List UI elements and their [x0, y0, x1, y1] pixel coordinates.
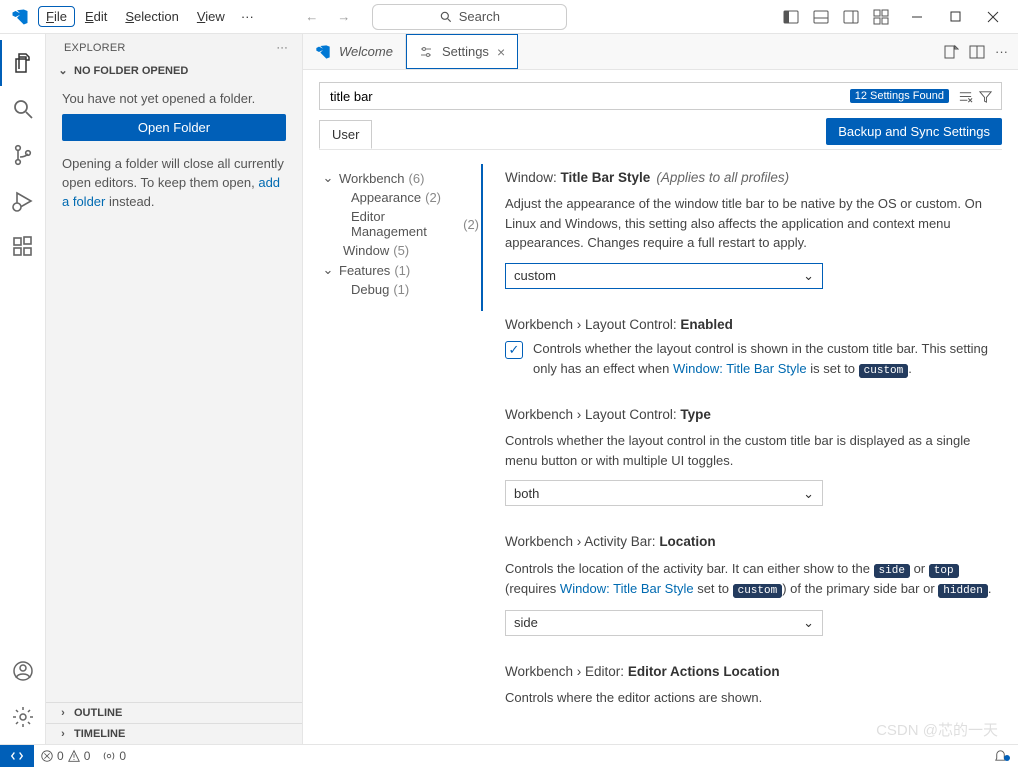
activity-debug-icon[interactable]	[0, 178, 46, 224]
explorer-sidebar: EXPLORER ··· ⌄NO FOLDER OPENED You have …	[46, 34, 303, 744]
minimize-icon[interactable]	[898, 1, 936, 33]
toc-features[interactable]: ⌄Features (1)	[321, 260, 479, 280]
close-icon[interactable]	[974, 1, 1012, 33]
chevron-down-icon: ⌄	[803, 613, 814, 633]
status-problems[interactable]: 0 0	[34, 749, 96, 763]
no-folder-header[interactable]: ⌄NO FOLDER OPENED	[46, 60, 302, 81]
maximize-icon[interactable]	[936, 1, 974, 33]
menu-bar: FFileile EditEdit SelectionSelection Vie…	[38, 6, 260, 27]
nav-fwd-icon[interactable]: →	[332, 5, 356, 29]
tab-settings[interactable]: Settings ×	[406, 34, 518, 69]
title-bar: FFileile EditEdit SelectionSelection Vie…	[0, 0, 1018, 34]
toc-debug[interactable]: Debug (1)	[321, 280, 479, 299]
activity-extensions-icon[interactable]	[0, 224, 46, 270]
layout-secondary-icon[interactable]	[838, 4, 864, 30]
activity-bar	[0, 34, 46, 744]
settings-search-input[interactable]	[326, 85, 850, 108]
sidebar-more-icon[interactable]: ···	[276, 42, 288, 54]
toc-editor-mgmt[interactable]: Editor Management (2)	[321, 207, 479, 241]
layout-primary-icon[interactable]	[778, 4, 804, 30]
no-folder-text: You have not yet opened a folder.	[62, 91, 286, 106]
setting-layout-control-type: Workbench › Layout Control: Type Control…	[479, 401, 1002, 528]
activity-settings-icon[interactable]	[0, 694, 46, 740]
tab-welcome[interactable]: Welcome	[303, 34, 406, 69]
backup-sync-button[interactable]: Backup and Sync Settings	[826, 118, 1002, 145]
menu-more-icon[interactable]: ···	[235, 6, 260, 27]
setting-editor-actions-location: Workbench › Editor: Editor Actions Locat…	[479, 658, 1002, 730]
results-count-badge: 12 Settings Found	[850, 89, 949, 103]
menu-view[interactable]: ViewView	[189, 6, 233, 27]
layout-panel-icon[interactable]	[808, 4, 834, 30]
chevron-down-icon: ⌄	[803, 266, 814, 286]
layout-control-checkbox[interactable]: ✓	[505, 341, 523, 359]
search-placeholder: Search	[459, 9, 500, 24]
setting-title-bar-style: Window: Title Bar Style(Applies to all p…	[481, 164, 1002, 311]
open-folder-desc: Opening a folder will close all currentl…	[62, 155, 286, 212]
toc-window[interactable]: Window (5)	[321, 241, 479, 260]
status-ports[interactable]: 0	[96, 749, 132, 763]
clear-search-icon[interactable]	[955, 89, 975, 104]
link-title-bar-style[interactable]: Window: Title Bar Style	[673, 361, 807, 376]
vscode-logo-icon	[10, 7, 30, 27]
settings-tab-icon	[418, 44, 434, 60]
vscode-logo-icon	[315, 44, 331, 60]
command-search[interactable]: Search	[372, 4, 567, 30]
settings-search-box[interactable]: 12 Settings Found	[319, 82, 1002, 110]
settings-toc: ⌄Workbench (6) Appearance (2) Editor Man…	[303, 154, 479, 744]
filter-icon[interactable]	[975, 89, 995, 104]
status-bar: 0 0 0	[0, 744, 1018, 766]
link-title-bar-style[interactable]: Window: Title Bar Style	[560, 581, 694, 596]
tab-close-icon[interactable]: ×	[497, 44, 505, 60]
activity-bar-location-select[interactable]: side⌄	[505, 610, 823, 636]
setting-layout-control-enabled: Workbench › Layout Control: Enabled ✓ Co…	[479, 311, 1002, 401]
outline-section[interactable]: ›OUTLINE	[46, 702, 302, 723]
timeline-section[interactable]: ›TIMELINE	[46, 723, 302, 744]
setting-activity-bar-location: Workbench › Activity Bar: Location Contr…	[479, 528, 1002, 657]
menu-file[interactable]: FFileile	[38, 6, 75, 27]
toc-workbench[interactable]: ⌄Workbench (6)	[321, 168, 479, 188]
remote-icon[interactable]	[0, 745, 34, 767]
status-notifications-icon[interactable]	[983, 748, 1018, 763]
sidebar-title: EXPLORER	[64, 42, 126, 54]
scope-user-tab[interactable]: User	[319, 120, 372, 149]
layout-customize-icon[interactable]	[868, 4, 894, 30]
layout-control-type-select[interactable]: both⌄	[505, 480, 823, 506]
settings-list[interactable]: Window: Title Bar Style(Applies to all p…	[479, 154, 1018, 744]
open-folder-button[interactable]: Open Folder	[62, 114, 286, 141]
activity-accounts-icon[interactable]	[0, 648, 46, 694]
menu-edit[interactable]: EditEdit	[77, 6, 115, 27]
editor-area: Welcome Settings × ··· 12 Settings Found…	[303, 34, 1018, 744]
activity-explorer-icon[interactable]	[0, 40, 46, 86]
open-settings-json-icon[interactable]	[943, 44, 959, 60]
chevron-down-icon: ⌄	[803, 484, 814, 504]
nav-back-icon[interactable]: ←	[300, 5, 324, 29]
split-editor-icon[interactable]	[969, 44, 985, 60]
activity-scm-icon[interactable]	[0, 132, 46, 178]
menu-selection[interactable]: SelectionSelection	[117, 6, 186, 27]
tab-more-icon[interactable]: ···	[995, 44, 1008, 59]
activity-search-icon[interactable]	[0, 86, 46, 132]
title-bar-style-select[interactable]: custom⌄	[505, 263, 823, 289]
toc-appearance[interactable]: Appearance (2)	[321, 188, 479, 207]
editor-tabs: Welcome Settings × ···	[303, 34, 1018, 70]
window-controls	[898, 1, 1012, 33]
